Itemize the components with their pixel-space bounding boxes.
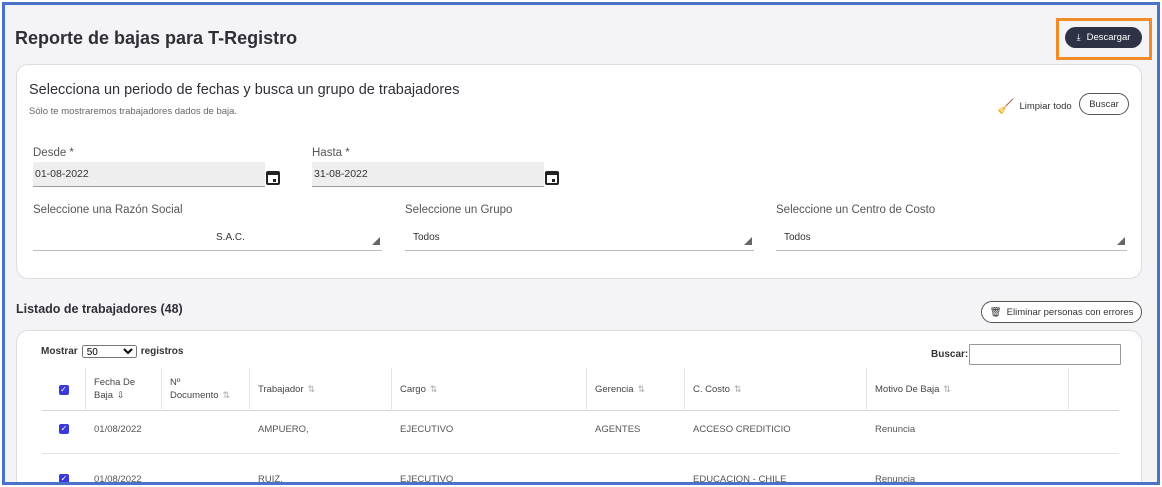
filter-title: Selecciona un periodo de fechas y busca … bbox=[29, 82, 460, 98]
cell-trabajador: AMPUERO, bbox=[258, 423, 309, 435]
download-label: Descargar bbox=[1086, 32, 1131, 43]
col-gerencia[interactable]: Gerencia ⇅ bbox=[587, 368, 685, 411]
select-all-checkbox[interactable]: ✓ bbox=[58, 384, 69, 395]
table-search-input[interactable] bbox=[969, 344, 1122, 365]
grupo-value: Todos bbox=[413, 232, 440, 243]
cell-fecha: 01/08/2022 bbox=[94, 423, 142, 435]
chevron-down-icon bbox=[1117, 237, 1125, 245]
download-icon: ⤓ bbox=[1076, 32, 1081, 42]
sort-icon: ⇩ bbox=[117, 390, 125, 400]
cell-cargo: EJECUTIVO bbox=[400, 473, 454, 485]
col-doc-line2: Documento bbox=[170, 390, 219, 401]
col-fecha-baja[interactable]: Fecha De Baja ⇩ bbox=[86, 368, 162, 411]
hasta-label: Hasta * bbox=[312, 147, 350, 159]
table-row[interactable]: ✓ 01/08/2022 AMPUERO, EJECUTIVO AGENTES … bbox=[42, 411, 1119, 454]
filter-card: Selecciona un periodo de fechas y busca … bbox=[16, 64, 1142, 279]
cell-costo: ACCESO CREDITICIO bbox=[693, 423, 791, 435]
table-search: Buscar: bbox=[931, 344, 1122, 365]
select-all-cell: ✓ bbox=[42, 368, 86, 411]
sort-icon: ⇅ bbox=[637, 384, 646, 394]
table-search-label: Buscar: bbox=[931, 349, 969, 360]
razon-social-value: S.A.C. bbox=[216, 232, 245, 243]
sort-icon: ⇅ bbox=[943, 384, 951, 394]
row-checkbox[interactable]: ✓ bbox=[59, 424, 69, 434]
grupo-select[interactable]: Todos bbox=[405, 227, 754, 251]
centro-costo-value: Todos bbox=[784, 232, 811, 243]
razon-social-select[interactable]: S.A.C. bbox=[33, 227, 382, 251]
centro-costo-select[interactable]: Todos bbox=[776, 227, 1127, 251]
sort-icon: ⇅ bbox=[307, 384, 316, 394]
sort-icon: ⇅ bbox=[733, 384, 742, 394]
download-button[interactable]: ⤓ Descargar bbox=[1065, 27, 1142, 48]
cell-costo: EDUCACION - CHILE bbox=[693, 473, 787, 485]
row-checkbox-cell: ✓ bbox=[42, 411, 86, 447]
sort-icon: ⇅ bbox=[429, 384, 438, 394]
show-label: Mostrar bbox=[41, 346, 78, 357]
chevron-down-icon bbox=[744, 237, 752, 245]
cell-cargo: EJECUTIVO bbox=[400, 423, 454, 435]
cell-documento bbox=[162, 411, 170, 447]
grupo-label: Seleccione un Grupo bbox=[405, 204, 513, 216]
col-motivo[interactable]: Motivo De Baja ⇅ bbox=[867, 368, 1069, 411]
app-frame: Reporte de bajas para T-Registro ⤓ Desca… bbox=[2, 2, 1160, 485]
page-title: Reporte de bajas para T-Registro bbox=[15, 28, 298, 48]
cell-trabajador: RUIZ, bbox=[258, 473, 283, 485]
clear-all-label: Limpiar todo bbox=[1019, 101, 1072, 112]
col-gerencia-label: Gerencia bbox=[595, 384, 634, 395]
filter-subtitle: Sólo te mostraremos trabajadores dados d… bbox=[29, 106, 238, 117]
page-length-control: Mostrar 50 registros bbox=[41, 345, 183, 358]
col-fecha-line2: Baja bbox=[94, 390, 114, 401]
col-cargo[interactable]: Cargo ⇅ bbox=[392, 368, 587, 411]
col-cargo-label: Cargo bbox=[400, 384, 426, 395]
razon-social-label: Seleccione una Razón Social bbox=[33, 204, 183, 216]
list-title: Listado de trabajadores (48) bbox=[16, 302, 183, 316]
col-doc-line1: Nº bbox=[170, 377, 181, 388]
calendar-icon[interactable] bbox=[266, 171, 280, 185]
search-button[interactable]: Buscar bbox=[1079, 93, 1129, 115]
records-label: registros bbox=[140, 346, 184, 357]
col-motivo-label: Motivo De Baja bbox=[875, 384, 940, 395]
table-card: Mostrar 50 registros Buscar: ✓ Fecha De B… bbox=[16, 330, 1142, 485]
table-header: ✓ Fecha De Baja ⇩ Nº Documento ⇅ Trabajador ⇅… bbox=[42, 368, 1119, 411]
col-trabajador[interactable]: Trabajador ⇅ bbox=[250, 368, 392, 411]
chevron-down-icon bbox=[372, 237, 380, 245]
cell-documento bbox=[162, 461, 170, 482]
clear-all-button[interactable]: 🧹 Limpiar todo bbox=[997, 98, 1072, 115]
row-checkbox-cell: ✓ bbox=[42, 461, 86, 482]
cell-fecha: 01/08/2022 bbox=[94, 473, 142, 485]
sort-icon: ⇅ bbox=[222, 390, 231, 400]
centro-costo-label: Seleccione un Centro de Costo bbox=[776, 204, 936, 216]
cell-motivo: Renuncia bbox=[875, 473, 916, 485]
page-length-select[interactable]: 50 bbox=[81, 345, 137, 358]
col-costo-label: C. Costo bbox=[693, 384, 730, 395]
desde-label: Desde * bbox=[33, 147, 74, 159]
delete-errors-label: Eliminar personas con errores bbox=[1006, 306, 1134, 318]
trash-icon: 🗑 bbox=[989, 306, 1002, 318]
row-checkbox[interactable]: ✓ bbox=[59, 474, 69, 482]
hasta-field[interactable]: 31-08-2022 bbox=[312, 162, 544, 187]
broom-icon: 🧹 bbox=[997, 98, 1015, 114]
calendar-icon[interactable] bbox=[545, 171, 559, 185]
cell-gerencia bbox=[587, 461, 595, 482]
col-documento[interactable]: Nº Documento ⇅ bbox=[162, 368, 250, 411]
table-row[interactable]: ✓ 01/08/2022 RUIZ, EJECUTIVO EDUCACION -… bbox=[42, 454, 1119, 485]
cell-motivo: Renuncia bbox=[875, 423, 916, 435]
col-fecha-line1: Fecha De bbox=[94, 377, 136, 388]
cell-gerencia: AGENTES bbox=[595, 423, 641, 435]
col-costo[interactable]: C. Costo ⇅ bbox=[685, 368, 867, 411]
desde-field[interactable]: 01-08-2022 bbox=[33, 162, 265, 187]
delete-errors-button[interactable]: 🗑 Eliminar personas con errores bbox=[981, 301, 1142, 323]
col-trabajador-label: Trabajador bbox=[258, 384, 304, 395]
